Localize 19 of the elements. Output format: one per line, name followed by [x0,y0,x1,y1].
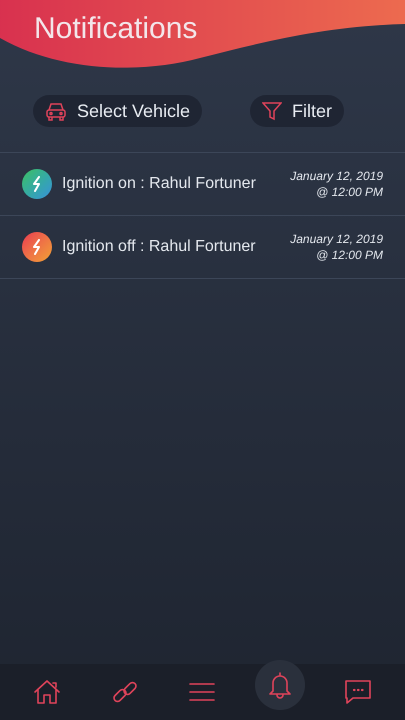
page-title: Notifications [34,14,198,44]
car-icon [45,101,67,121]
notification-date: January 12, 2019 [290,231,383,247]
chat-icon [344,679,372,705]
home-icon [32,679,61,705]
notification-row[interactable]: Ignition off : Rahul Fortuner January 12, 2019 @ 12:00 PM [0,216,405,279]
select-vehicle-button[interactable]: Select Vehicle [33,95,202,127]
notification-text: Ignition on : Rahul Fortuner [62,174,257,194]
notification-time: @ 12:00 PM [316,247,383,263]
notification-date: January 12, 2019 [290,168,383,184]
filter-icon [262,101,282,121]
ignition-icon [22,232,52,262]
bell-icon [268,671,292,699]
ignition-icon [22,169,52,199]
notification-text: Ignition off : Rahul Fortuner [62,237,257,257]
menu-icon [189,682,216,702]
filter-button[interactable]: Filter [250,95,344,127]
notification-row[interactable]: Ignition on : Rahul Fortuner January 12, 2019 @ 12:00 PM [0,153,405,216]
notification-time: @ 12:00 PM [316,184,383,200]
